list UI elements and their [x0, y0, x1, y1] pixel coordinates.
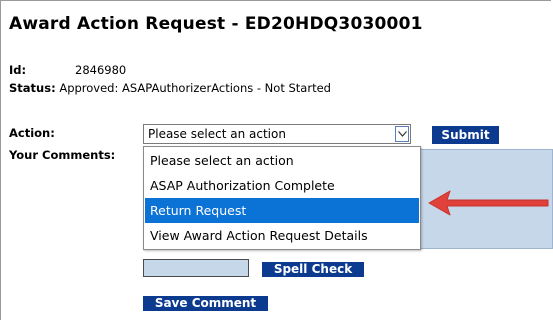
save-comment-button[interactable]: Save Comment	[143, 296, 268, 311]
action-label: Action:	[9, 126, 55, 140]
left-arrow-icon	[428, 190, 549, 216]
action-dropdown-list[interactable]: Please select an action ASAP Authorizati…	[143, 146, 421, 250]
spell-check-input[interactable]	[143, 259, 249, 277]
id-row: Id: 2846980	[9, 63, 126, 77]
action-select[interactable]: Please select an action	[143, 124, 411, 144]
dropdown-option-highlighted[interactable]: Return Request	[145, 198, 419, 223]
dropdown-option[interactable]: View Award Action Request Details	[145, 223, 419, 248]
id-label: Id:	[9, 63, 27, 77]
id-value: 2846980	[75, 63, 127, 77]
status-label: Status:	[9, 81, 56, 95]
comments-label: Your Comments:	[9, 148, 116, 162]
submit-button[interactable]: Submit	[432, 126, 499, 144]
page-title: Award Action Request - ED20HDQ3030001	[9, 14, 423, 34]
status-value: Approved: ASAPAuthorizerActions - Not St…	[59, 81, 331, 95]
status-row: Status: Approved: ASAPAuthorizerActions …	[9, 81, 331, 95]
chevron-down-icon[interactable]	[395, 126, 409, 142]
dropdown-option[interactable]: ASAP Authorization Complete	[145, 173, 419, 198]
spell-check-button[interactable]: Spell Check	[262, 262, 364, 277]
dropdown-option[interactable]: Please select an action	[145, 148, 419, 173]
action-select-value: Please select an action	[148, 127, 286, 141]
